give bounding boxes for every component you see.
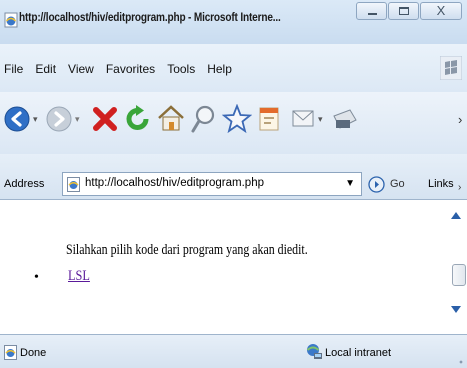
address-label: Address — [4, 178, 45, 190]
address-input[interactable]: http://localhost/hiv/editprogram.php ▼ — [62, 172, 362, 196]
vertical-scrollbar[interactable] — [441, 200, 467, 334]
back-dropdown-icon[interactable]: ▾ — [33, 114, 38, 125]
zone-text: Local intranet — [325, 347, 392, 359]
home-icon[interactable] — [156, 103, 186, 133]
go-button[interactable]: Go — [390, 178, 405, 190]
minimize-button[interactable] — [356, 2, 387, 20]
status-text: Done — [20, 347, 47, 359]
scroll-thumb[interactable] — [452, 264, 466, 286]
address-dropdown-icon[interactable]: ▼ — [345, 178, 355, 189]
intro-text: Silahkan pilih kode dari program yang ak… — [66, 242, 308, 258]
forward-dropdown-icon[interactable]: ▾ — [75, 114, 80, 125]
history-icon[interactable] — [257, 106, 283, 134]
address-url: http://localhost/hiv/editprogram.php — [85, 177, 264, 189]
menu-file[interactable]: File — [4, 62, 23, 76]
print-icon[interactable] — [330, 108, 358, 132]
title-bar: http://localhost/hiv/editprogram.php - M… — [0, 0, 467, 44]
page-content: Silahkan pilih kode dari program yang ak… — [0, 200, 441, 334]
links-chevron-icon[interactable]: › — [458, 182, 461, 193]
address-bar: Address http://localhost/hiv/editprogram… — [0, 154, 467, 200]
minimize-icon — [368, 13, 377, 15]
window-controls: X — [356, 2, 462, 20]
forward-icon[interactable] — [46, 106, 72, 132]
program-link-lsl[interactable]: LSL — [68, 268, 90, 285]
search-icon[interactable] — [190, 104, 218, 134]
mail-icon[interactable] — [291, 108, 317, 130]
ie-page-icon — [4, 12, 18, 28]
resize-grip[interactable] — [458, 359, 464, 365]
local-intranet-icon — [306, 344, 322, 359]
toolbar: ▾ ▾ ▾ › — [0, 92, 467, 154]
maximize-button[interactable] — [388, 2, 419, 20]
page-done-icon — [4, 345, 17, 360]
refresh-icon[interactable] — [124, 104, 152, 134]
close-button[interactable]: X — [420, 2, 462, 20]
menu-help[interactable]: Help — [207, 62, 232, 76]
maximize-icon — [399, 7, 409, 15]
list-bullet: • — [34, 270, 39, 285]
menu-bar: File Edit View Favorites Tools Help — [0, 44, 467, 92]
mail-dropdown-icon[interactable]: ▾ — [318, 114, 323, 125]
stop-icon[interactable] — [91, 105, 119, 133]
menu-edit[interactable]: Edit — [35, 62, 56, 76]
back-icon[interactable] — [4, 106, 30, 132]
go-icon[interactable] — [368, 176, 385, 193]
menu-favorites[interactable]: Favorites — [106, 62, 155, 76]
toolbar-chevron-icon[interactable]: › — [458, 112, 462, 127]
links-button[interactable]: Links — [428, 178, 454, 190]
page-icon — [67, 177, 80, 192]
windows-logo-icon — [440, 56, 462, 80]
status-bar: Done Local intranet — [0, 334, 467, 368]
menu-tools[interactable]: Tools — [167, 62, 195, 76]
close-icon: X — [436, 3, 446, 18]
favorites-icon[interactable] — [222, 104, 252, 134]
scroll-up-icon[interactable] — [451, 212, 461, 219]
window-title: http://localhost/hiv/editprogram.php - M… — [19, 10, 281, 24]
scroll-down-icon[interactable] — [451, 306, 461, 313]
menu-view[interactable]: View — [68, 62, 94, 76]
